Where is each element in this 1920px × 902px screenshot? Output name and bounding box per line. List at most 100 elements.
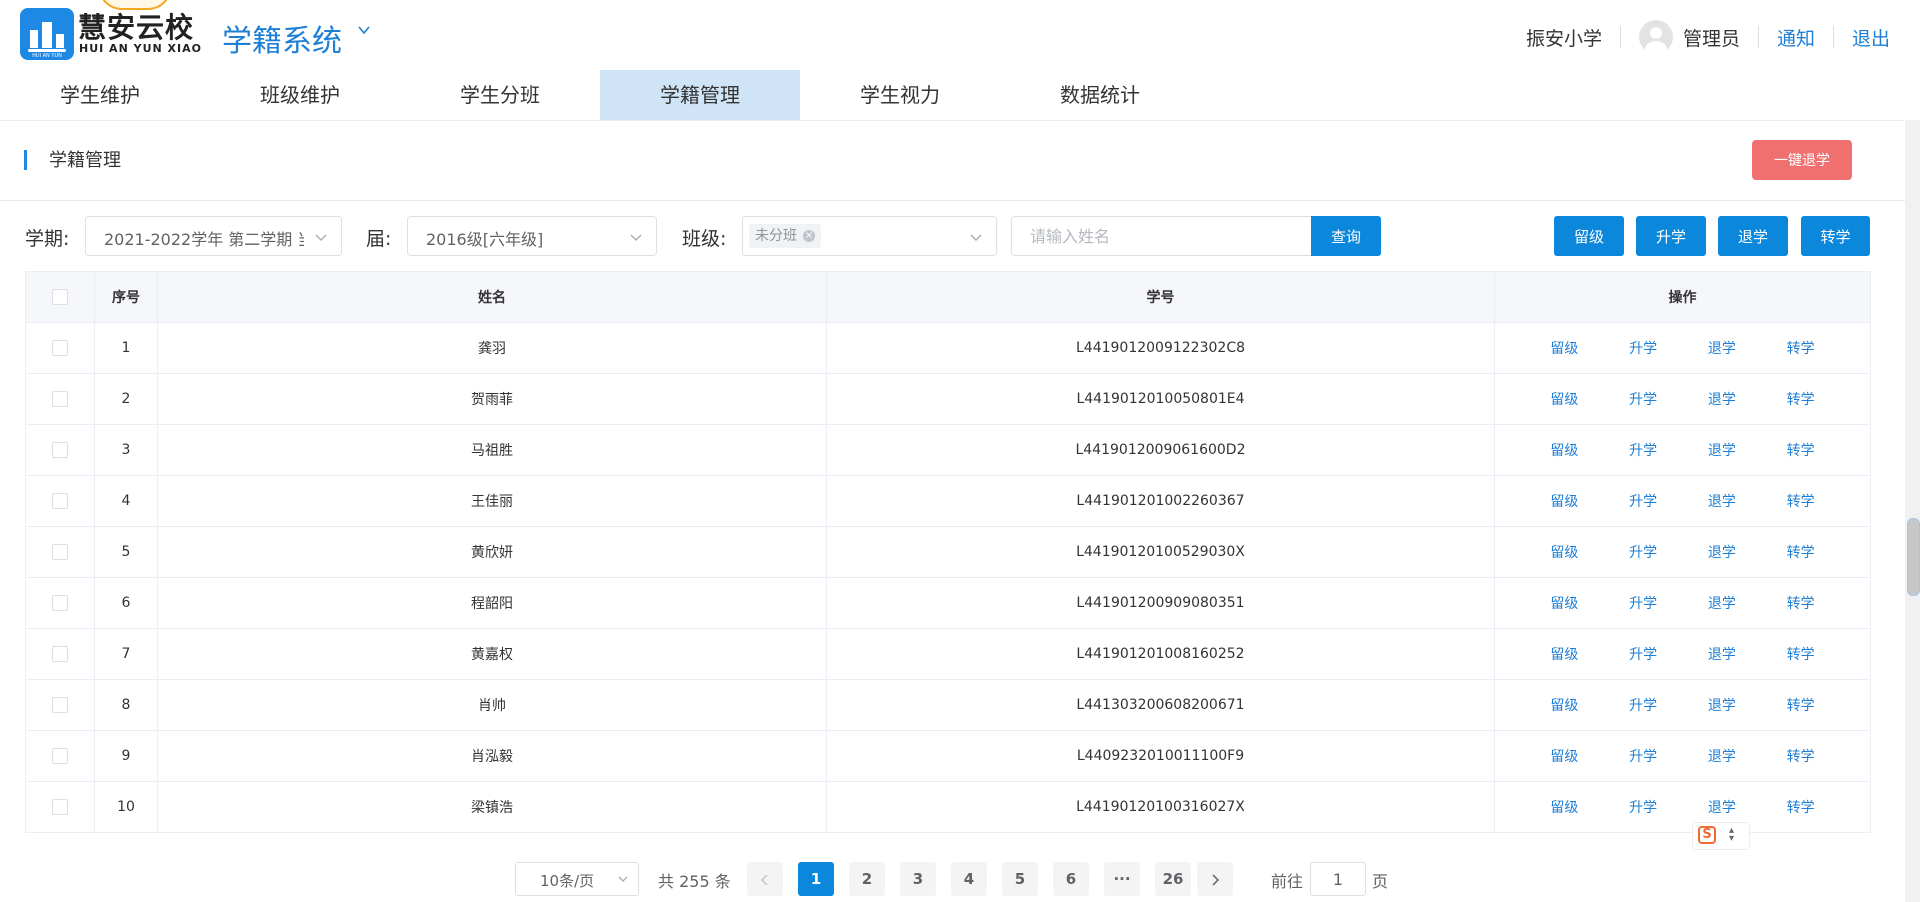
- op-promote-link[interactable]: 升学: [1629, 440, 1657, 460]
- ime-toolbar[interactable]: S ▴ ▾: [1692, 822, 1750, 850]
- op-repeat-link[interactable]: 留级: [1550, 491, 1578, 511]
- op-promote-link[interactable]: 升学: [1629, 389, 1657, 409]
- op-repeat-link[interactable]: 留级: [1550, 593, 1578, 613]
- row-ops: 留级 升学 退学 转学: [1494, 424, 1871, 476]
- op-repeat-link[interactable]: 留级: [1550, 389, 1578, 409]
- op-repeat-link[interactable]: 留级: [1550, 644, 1578, 664]
- chevron-down-icon[interactable]: [358, 24, 370, 36]
- scrollbar-thumb[interactable]: [1907, 518, 1920, 596]
- row-checkbox[interactable]: [52, 697, 68, 713]
- op-promote-link[interactable]: 升学: [1629, 797, 1657, 817]
- scrollbar-track[interactable]: [1905, 120, 1920, 902]
- op-withdraw-link[interactable]: 退学: [1708, 593, 1736, 613]
- page-button[interactable]: 26: [1155, 862, 1191, 896]
- op-transfer-link[interactable]: 转学: [1787, 593, 1815, 613]
- op-promote-link[interactable]: 升学: [1629, 695, 1657, 715]
- op-transfer-link[interactable]: 转学: [1787, 797, 1815, 817]
- table-row: 10 梁镇浩 L44190120100316027X 留级 升学 退学 转学: [25, 781, 1871, 833]
- prev-page-button[interactable]: [747, 862, 783, 896]
- row-checkbox-cell: [25, 322, 95, 374]
- system-title[interactable]: 学籍系统: [222, 16, 342, 60]
- tab-data-statistics[interactable]: 数据统计: [1000, 70, 1200, 120]
- tab-student-maintenance[interactable]: 学生维护: [0, 70, 200, 120]
- tab-enrollment-management[interactable]: 学籍管理: [600, 70, 800, 120]
- row-checkbox[interactable]: [52, 544, 68, 560]
- row-checkbox[interactable]: [52, 391, 68, 407]
- op-withdraw-link[interactable]: 退学: [1708, 542, 1736, 562]
- row-checkbox-cell: [25, 781, 95, 833]
- bulk-withdraw-button[interactable]: 一键退学: [1752, 140, 1852, 180]
- row-checkbox[interactable]: [52, 493, 68, 509]
- op-promote-link[interactable]: 升学: [1629, 593, 1657, 613]
- op-repeat-link[interactable]: 留级: [1550, 440, 1578, 460]
- page-button[interactable]: 2: [849, 862, 885, 896]
- withdraw-button[interactable]: 退学: [1718, 216, 1788, 256]
- term-select[interactable]: 2021-2022学年 第二学期 当: [85, 216, 342, 256]
- row-name: 王佳丽: [157, 475, 827, 527]
- op-withdraw-link[interactable]: 退学: [1708, 644, 1736, 664]
- op-repeat-link[interactable]: 留级: [1550, 542, 1578, 562]
- op-promote-link[interactable]: 升学: [1629, 542, 1657, 562]
- promote-button[interactable]: 升学: [1636, 216, 1706, 256]
- row-student-id: L4419012010050801E4: [826, 373, 1495, 425]
- select-all-checkbox[interactable]: [52, 289, 68, 305]
- op-transfer-link[interactable]: 转学: [1787, 440, 1815, 460]
- op-transfer-link[interactable]: 转学: [1787, 491, 1815, 511]
- op-promote-link[interactable]: 升学: [1629, 491, 1657, 511]
- op-promote-link[interactable]: 升学: [1629, 644, 1657, 664]
- page-button[interactable]: 6: [1053, 862, 1089, 896]
- op-withdraw-link[interactable]: 退学: [1708, 695, 1736, 715]
- user-name: 管理员: [1682, 27, 1740, 50]
- row-checkbox[interactable]: [52, 442, 68, 458]
- op-transfer-link[interactable]: 转学: [1787, 746, 1815, 766]
- repeat-grade-button[interactable]: 留级: [1554, 216, 1624, 256]
- class-select[interactable]: 未分班 ×: [742, 216, 997, 256]
- table-row: 5 黄欣妍 L44190120100529030X 留级 升学 退学 转学: [25, 526, 1871, 578]
- op-withdraw-link[interactable]: 退学: [1708, 389, 1736, 409]
- row-checkbox[interactable]: [52, 646, 68, 662]
- logout-link[interactable]: 退出: [1834, 24, 1890, 51]
- row-checkbox[interactable]: [52, 340, 68, 356]
- tab-student-grouping[interactable]: 学生分班: [400, 70, 600, 120]
- ime-menu-icon[interactable]: ▴ ▾: [1729, 826, 1734, 844]
- name-search-input[interactable]: [1011, 216, 1311, 256]
- op-transfer-link[interactable]: 转学: [1787, 338, 1815, 358]
- op-transfer-link[interactable]: 转学: [1787, 389, 1815, 409]
- page-button[interactable]: 1: [798, 862, 834, 896]
- row-checkbox[interactable]: [52, 799, 68, 815]
- op-withdraw-link[interactable]: 退学: [1708, 491, 1736, 511]
- op-repeat-link[interactable]: 留级: [1550, 797, 1578, 817]
- close-icon[interactable]: ×: [803, 230, 815, 242]
- row-checkbox[interactable]: [52, 595, 68, 611]
- page-ellipsis[interactable]: ···: [1104, 862, 1140, 896]
- grade-select[interactable]: 2016级[六年级]: [407, 216, 657, 256]
- header-student-id: 学号: [826, 271, 1495, 323]
- op-transfer-link[interactable]: 转学: [1787, 542, 1815, 562]
- page-size-select[interactable]: 10条/页: [515, 862, 639, 896]
- page-button[interactable]: 4: [951, 862, 987, 896]
- goto-page-input[interactable]: [1310, 862, 1366, 896]
- op-withdraw-link[interactable]: 退学: [1708, 797, 1736, 817]
- op-promote-link[interactable]: 升学: [1629, 746, 1657, 766]
- query-button[interactable]: 查询: [1311, 216, 1381, 256]
- op-repeat-link[interactable]: 留级: [1550, 338, 1578, 358]
- row-checkbox-cell: [25, 424, 95, 476]
- op-promote-link[interactable]: 升学: [1629, 338, 1657, 358]
- row-student-id: L4419012009061600D2: [826, 424, 1495, 476]
- op-repeat-link[interactable]: 留级: [1550, 746, 1578, 766]
- page-button[interactable]: 5: [1002, 862, 1038, 896]
- op-transfer-link[interactable]: 转学: [1787, 695, 1815, 715]
- op-withdraw-link[interactable]: 退学: [1708, 440, 1736, 460]
- op-repeat-link[interactable]: 留级: [1550, 695, 1578, 715]
- op-transfer-link[interactable]: 转学: [1787, 644, 1815, 664]
- tab-student-vision[interactable]: 学生视力: [800, 70, 1000, 120]
- op-withdraw-link[interactable]: 退学: [1708, 746, 1736, 766]
- op-withdraw-link[interactable]: 退学: [1708, 338, 1736, 358]
- tab-class-maintenance[interactable]: 班级维护: [200, 70, 400, 120]
- transfer-button[interactable]: 转学: [1801, 216, 1870, 256]
- page-button[interactable]: 3: [900, 862, 936, 896]
- notify-link[interactable]: 通知: [1759, 24, 1833, 51]
- next-page-button[interactable]: [1197, 862, 1233, 896]
- user-menu[interactable]: 管理员: [1621, 20, 1758, 54]
- row-checkbox[interactable]: [52, 748, 68, 764]
